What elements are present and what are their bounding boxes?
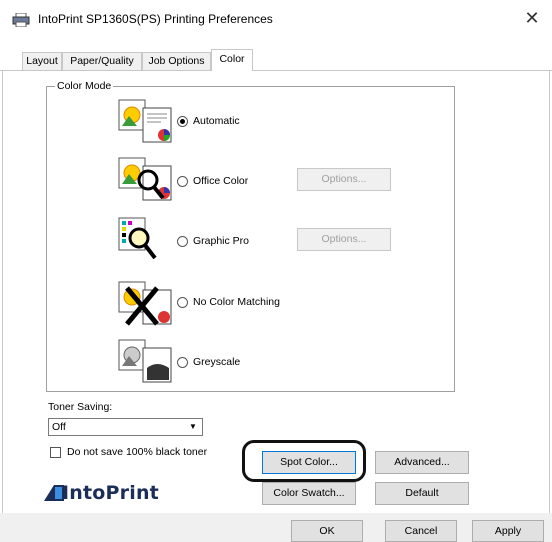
office-color-options-button[interactable]: Options...	[297, 168, 391, 191]
graphic-pro-options-button[interactable]: Options...	[297, 228, 391, 251]
tab-job-options[interactable]: Job Options	[142, 52, 211, 70]
automatic-color-icon	[118, 99, 172, 143]
radio-greyscale[interactable]	[177, 357, 188, 368]
no-color-matching-icon	[118, 281, 172, 326]
radio-automatic[interactable]	[177, 116, 188, 127]
dialog-footer	[0, 513, 552, 542]
logo-mark-icon	[44, 485, 64, 501]
cancel-button[interactable]: Cancel	[385, 520, 457, 542]
advanced-button[interactable]: Advanced...	[375, 451, 469, 474]
tab-paper-quality[interactable]: Paper/Quality	[62, 52, 142, 70]
radio-label-no-color-matching[interactable]: No Color Matching	[193, 296, 280, 308]
spot-color-highlight-ring	[242, 440, 366, 482]
radio-office-color[interactable]	[177, 176, 188, 187]
color-swatch-button[interactable]: Color Swatch...	[262, 482, 356, 505]
close-icon[interactable]: ✕	[520, 6, 544, 30]
black-toner-checkbox[interactable]	[50, 447, 61, 458]
window-title: IntoPrint SP1360S(PS) Printing Preferenc…	[38, 12, 273, 26]
color-mode-group	[46, 86, 455, 392]
toner-saving-select[interactable]: Off ▼	[48, 418, 203, 436]
printer-icon	[12, 13, 30, 27]
logo-text: IntoPrint	[62, 482, 159, 504]
apply-button[interactable]: Apply	[472, 520, 544, 542]
black-toner-checkbox-label[interactable]: Do not save 100% black toner	[67, 446, 207, 458]
radio-label-office-color[interactable]: Office Color	[193, 175, 248, 187]
office-color-icon	[118, 157, 172, 201]
tab-layout[interactable]: Layout	[22, 52, 62, 70]
chevron-down-icon[interactable]: ▼	[186, 420, 200, 434]
tab-color[interactable]: Color	[211, 49, 253, 71]
radio-no-color-matching[interactable]	[177, 297, 188, 308]
color-mode-legend: Color Mode	[55, 80, 114, 92]
radio-label-graphic-pro[interactable]: Graphic Pro	[193, 235, 249, 247]
radio-label-automatic[interactable]: Automatic	[193, 115, 240, 127]
toner-saving-value: Off	[52, 421, 66, 433]
default-button[interactable]: Default	[375, 482, 469, 505]
radio-graphic-pro[interactable]	[177, 236, 188, 247]
toner-saving-label: Toner Saving:	[48, 401, 113, 413]
graphic-pro-icon	[118, 217, 157, 260]
ok-button[interactable]: OK	[291, 520, 363, 542]
radio-label-greyscale[interactable]: Greyscale	[193, 356, 240, 368]
greyscale-icon	[118, 339, 172, 383]
